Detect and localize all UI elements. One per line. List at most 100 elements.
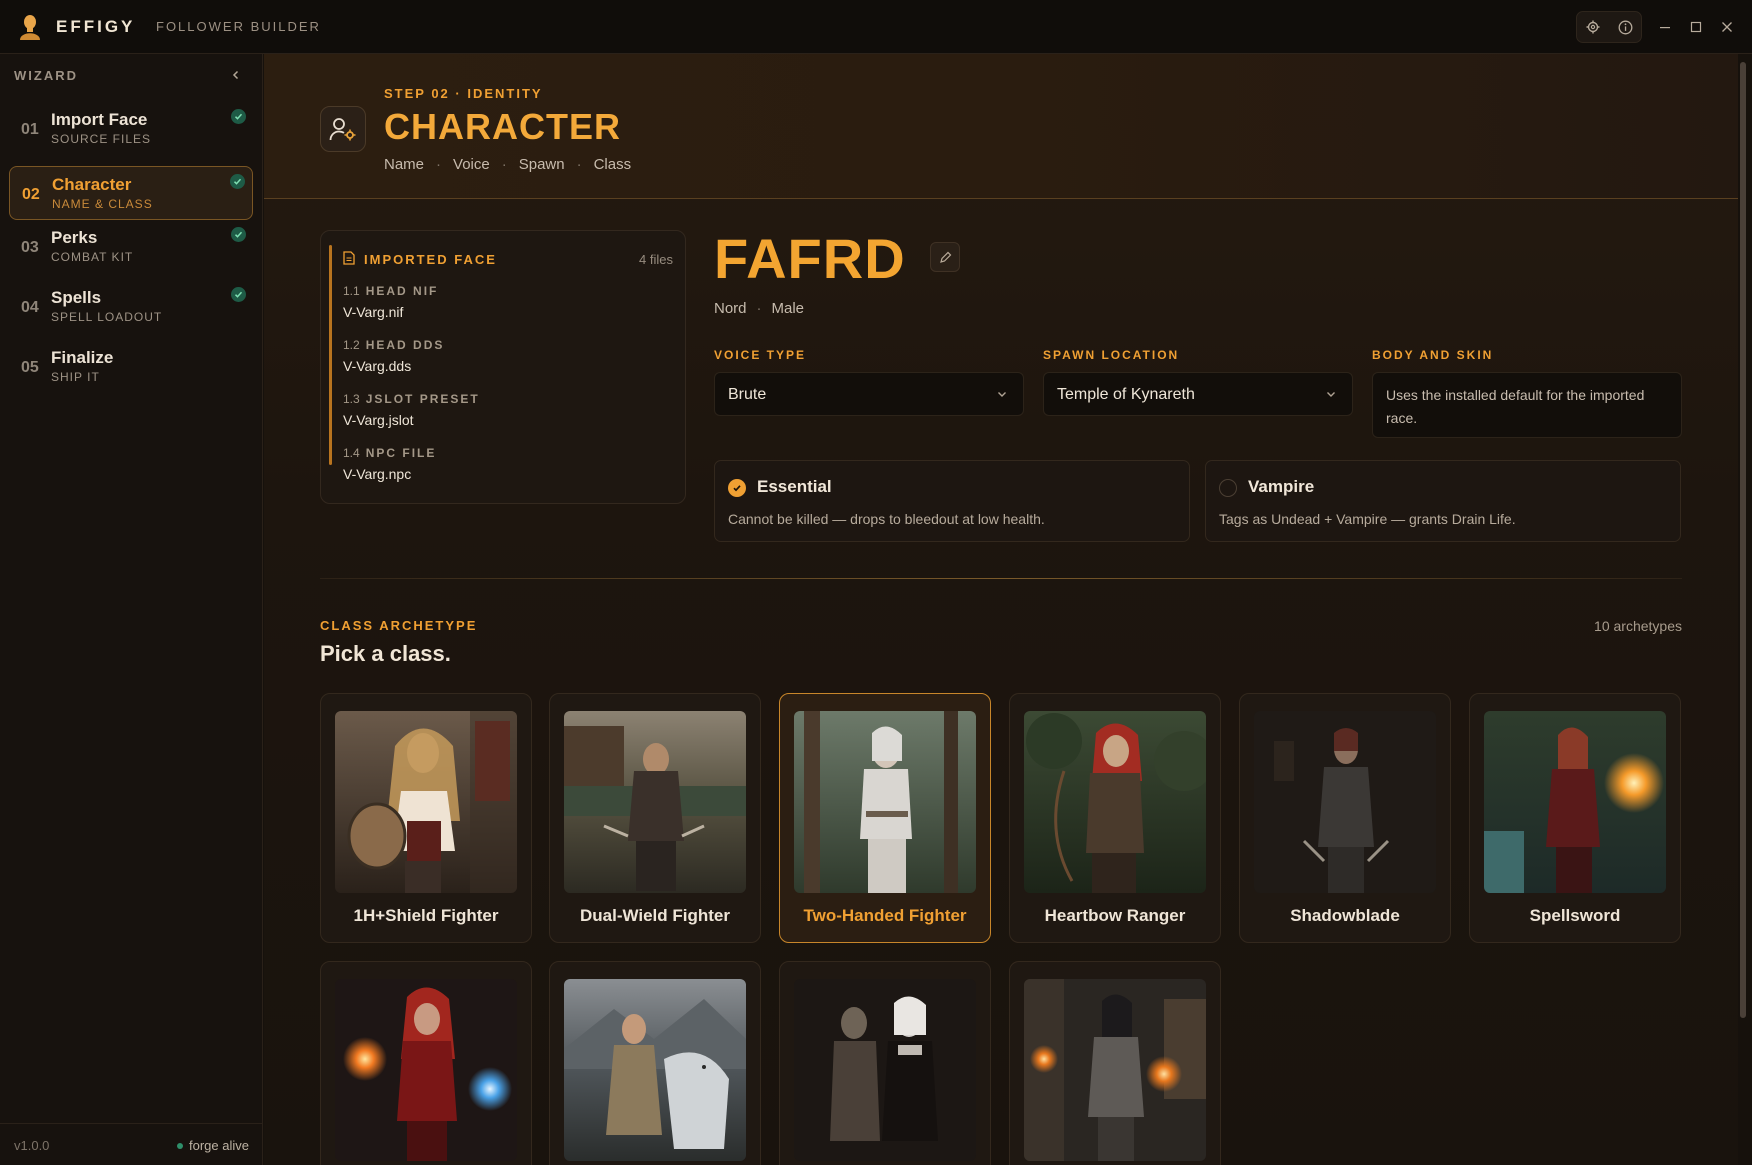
minimize-icon[interactable] — [1652, 14, 1678, 40]
tab-separator: · — [501, 156, 507, 173]
portrait-shield-fighter-icon — [335, 711, 517, 893]
step-number: 02 — [22, 186, 40, 203]
step-number: 01 — [21, 121, 39, 138]
settings-icon[interactable] — [1584, 18, 1602, 36]
voice-type-label: VOICE TYPE — [714, 348, 807, 362]
check-icon — [230, 174, 245, 189]
check-icon — [231, 227, 246, 242]
maximize-icon[interactable] — [1683, 14, 1709, 40]
sidebar-step-spells[interactable]: 04 Spells SPELL LOADOUT — [9, 280, 253, 334]
step-sublabel: SHIP IT — [51, 370, 100, 384]
character-race: Nord — [714, 300, 747, 317]
main-scrollbar[interactable] — [1740, 62, 1746, 1018]
page-header: STEP 02 · IDENTITY CHARACTER Name · Voic… — [264, 54, 1738, 199]
tab-spawn[interactable]: Spawn — [519, 156, 565, 173]
class-name: Spellsword — [1529, 906, 1621, 925]
character-meta: Nord · Male — [714, 300, 804, 317]
body-skin-label: BODY AND SKIN — [1372, 348, 1494, 362]
status-dot-icon — [177, 1142, 184, 1149]
titlebar-tools — [1576, 11, 1642, 43]
file-name: V-Varg.dds — [343, 358, 412, 374]
class-card-two-handed-fighter[interactable]: Two-Handed Fighter — [779, 693, 991, 943]
pencil-icon — [939, 251, 951, 263]
select-value: Brute — [728, 386, 767, 403]
portrait-spellsword-icon — [1484, 711, 1666, 893]
version-label: v1.0.0 — [14, 1138, 50, 1153]
file-name: V-Varg.npc — [343, 466, 412, 482]
class-archetype-kicker: CLASS ARCHETYPE — [320, 618, 478, 633]
step-number: 03 — [21, 239, 39, 256]
portrait-battlemage-icon — [1024, 979, 1206, 1161]
sidebar-step-perks[interactable]: 03 Perks COMBAT KIT — [9, 220, 253, 274]
class-card-dual-wield-fighter[interactable]: Dual-Wield Fighter — [549, 693, 761, 943]
class-card-archetype-10[interactable] — [1009, 961, 1221, 1165]
class-name: Dual-Wield Fighter — [579, 906, 730, 925]
step-sublabel: SPELL LOADOUT — [51, 310, 163, 324]
file-item: 1.3 JSLOT PRESET V-Varg.jslot — [343, 392, 663, 428]
tab-name[interactable]: Name — [384, 156, 424, 173]
step-sublabel: COMBAT KIT — [51, 250, 134, 264]
portrait-two-handed-icon — [794, 711, 976, 893]
portrait-dual-wield-icon — [564, 711, 746, 893]
essential-toggle[interactable]: Essential Cannot be killed — drops to bl… — [714, 460, 1190, 542]
tab-class[interactable]: Class — [594, 156, 632, 173]
file-name: V-Varg.jslot — [343, 412, 414, 428]
checkbox-unchecked-icon[interactable] — [1219, 479, 1237, 497]
info-icon[interactable] — [1616, 18, 1634, 36]
toggle-description: Tags as Undead + Vampire — grants Drain … — [1219, 511, 1516, 527]
card-accent-bar — [329, 245, 332, 465]
step-number: 05 — [21, 359, 39, 376]
voice-type-select[interactable]: Brute — [714, 372, 1024, 416]
chevron-left-icon[interactable] — [228, 67, 244, 83]
step-number: 04 — [21, 299, 39, 316]
portrait-necromancer-icon — [794, 979, 976, 1161]
sidebar-step-import-face[interactable]: 01 Import Face SOURCE FILES — [9, 102, 253, 156]
app-logo-icon — [18, 14, 42, 40]
step-sublabel: NAME & CLASS — [52, 197, 153, 211]
class-card-archetype-7[interactable] — [320, 961, 532, 1165]
class-card-heartbow-ranger[interactable]: Heartbow Ranger — [1009, 693, 1221, 943]
file-count: 4 files — [639, 252, 673, 267]
spawn-location-select[interactable]: Temple of Kynareth — [1043, 372, 1353, 416]
character-name: FAFRD — [714, 227, 906, 290]
app-subtitle: FOLLOWER BUILDER — [156, 19, 321, 34]
file-item: 1.4 NPC FILE V-Varg.npc — [343, 446, 663, 482]
file-index: 1.3 — [343, 392, 360, 406]
status-text: forge alive — [189, 1138, 249, 1153]
meta-separator: · — [756, 300, 762, 317]
edit-name-button[interactable] — [930, 242, 960, 272]
class-card-shadowblade[interactable]: Shadowblade — [1239, 693, 1451, 943]
class-card-archetype-9[interactable] — [779, 961, 991, 1165]
page-title: CHARACTER — [384, 106, 621, 147]
tab-separator: · — [436, 156, 442, 173]
check-icon — [231, 109, 246, 124]
tab-voice[interactable]: Voice — [453, 156, 490, 173]
step-label: Character — [52, 175, 132, 194]
file-label: HEAD DDS — [365, 338, 445, 352]
step-sublabel: SOURCE FILES — [51, 132, 152, 146]
class-card-spellsword[interactable]: Spellsword — [1469, 693, 1681, 943]
close-icon[interactable] — [1714, 14, 1740, 40]
class-name: Shadowblade — [1290, 906, 1400, 925]
step-label: Perks — [51, 228, 98, 247]
class-card-1h-shield-fighter[interactable]: 1H+Shield Fighter — [320, 693, 532, 943]
class-card-archetype-8[interactable] — [549, 961, 761, 1165]
file-item: 1.1 HEAD NIF V-Varg.nif — [343, 284, 663, 320]
class-section-title: Pick a class. — [320, 641, 451, 666]
file-index: 1.2 — [343, 338, 360, 352]
step-label: Import Face — [51, 110, 148, 129]
vampire-toggle[interactable]: Vampire Tags as Undead + Vampire — grant… — [1205, 460, 1681, 542]
character-sex: Male — [771, 300, 805, 317]
spawn-location-label: SPAWN LOCATION — [1043, 348, 1180, 362]
class-name: Heartbow Ranger — [1044, 906, 1186, 925]
step-label: Spells — [51, 288, 102, 307]
sidebar-step-character[interactable]: 02 Character NAME & CLASS — [9, 166, 253, 220]
portrait-wolf-druid-icon — [564, 979, 746, 1161]
class-name: Two-Handed Fighter — [803, 906, 967, 925]
status-indicator: forge alive — [177, 1138, 249, 1153]
sidebar-step-finalize[interactable]: 05 Finalize SHIP IT — [9, 340, 253, 394]
toggle-title: Essential — [757, 477, 832, 496]
checkbox-checked-icon[interactable] — [728, 479, 746, 497]
class-name: 1H+Shield Fighter — [353, 906, 499, 925]
chevron-down-icon — [995, 387, 1009, 401]
